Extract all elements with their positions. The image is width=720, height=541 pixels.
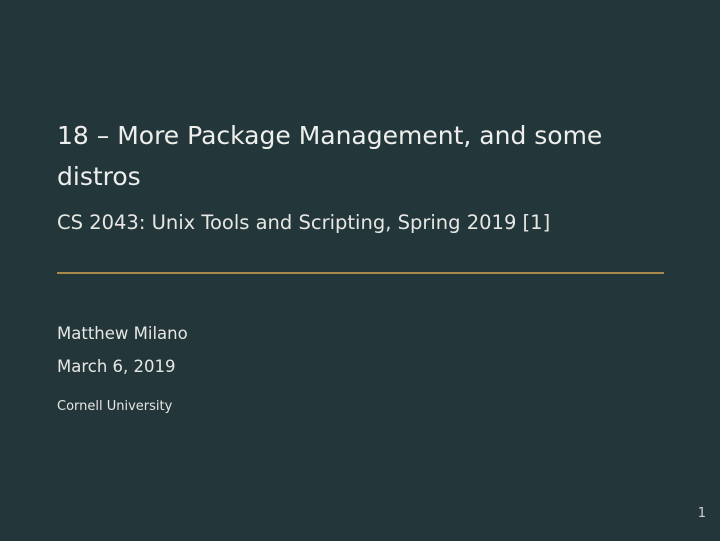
page-number: 1 bbox=[697, 506, 706, 521]
slide-subtitle: CS 2043: Unix Tools and Scripting, Sprin… bbox=[57, 211, 551, 234]
title-separator-rule bbox=[57, 272, 664, 274]
institution-name: Cornell University bbox=[57, 399, 173, 414]
author-name: Matthew Milano bbox=[57, 324, 188, 343]
presentation-date: March 6, 2019 bbox=[57, 357, 176, 376]
slide-title: 18 – More Package Management, and some d… bbox=[57, 121, 603, 191]
title-slide: 18 – More Package Management, and some d… bbox=[0, 0, 720, 541]
